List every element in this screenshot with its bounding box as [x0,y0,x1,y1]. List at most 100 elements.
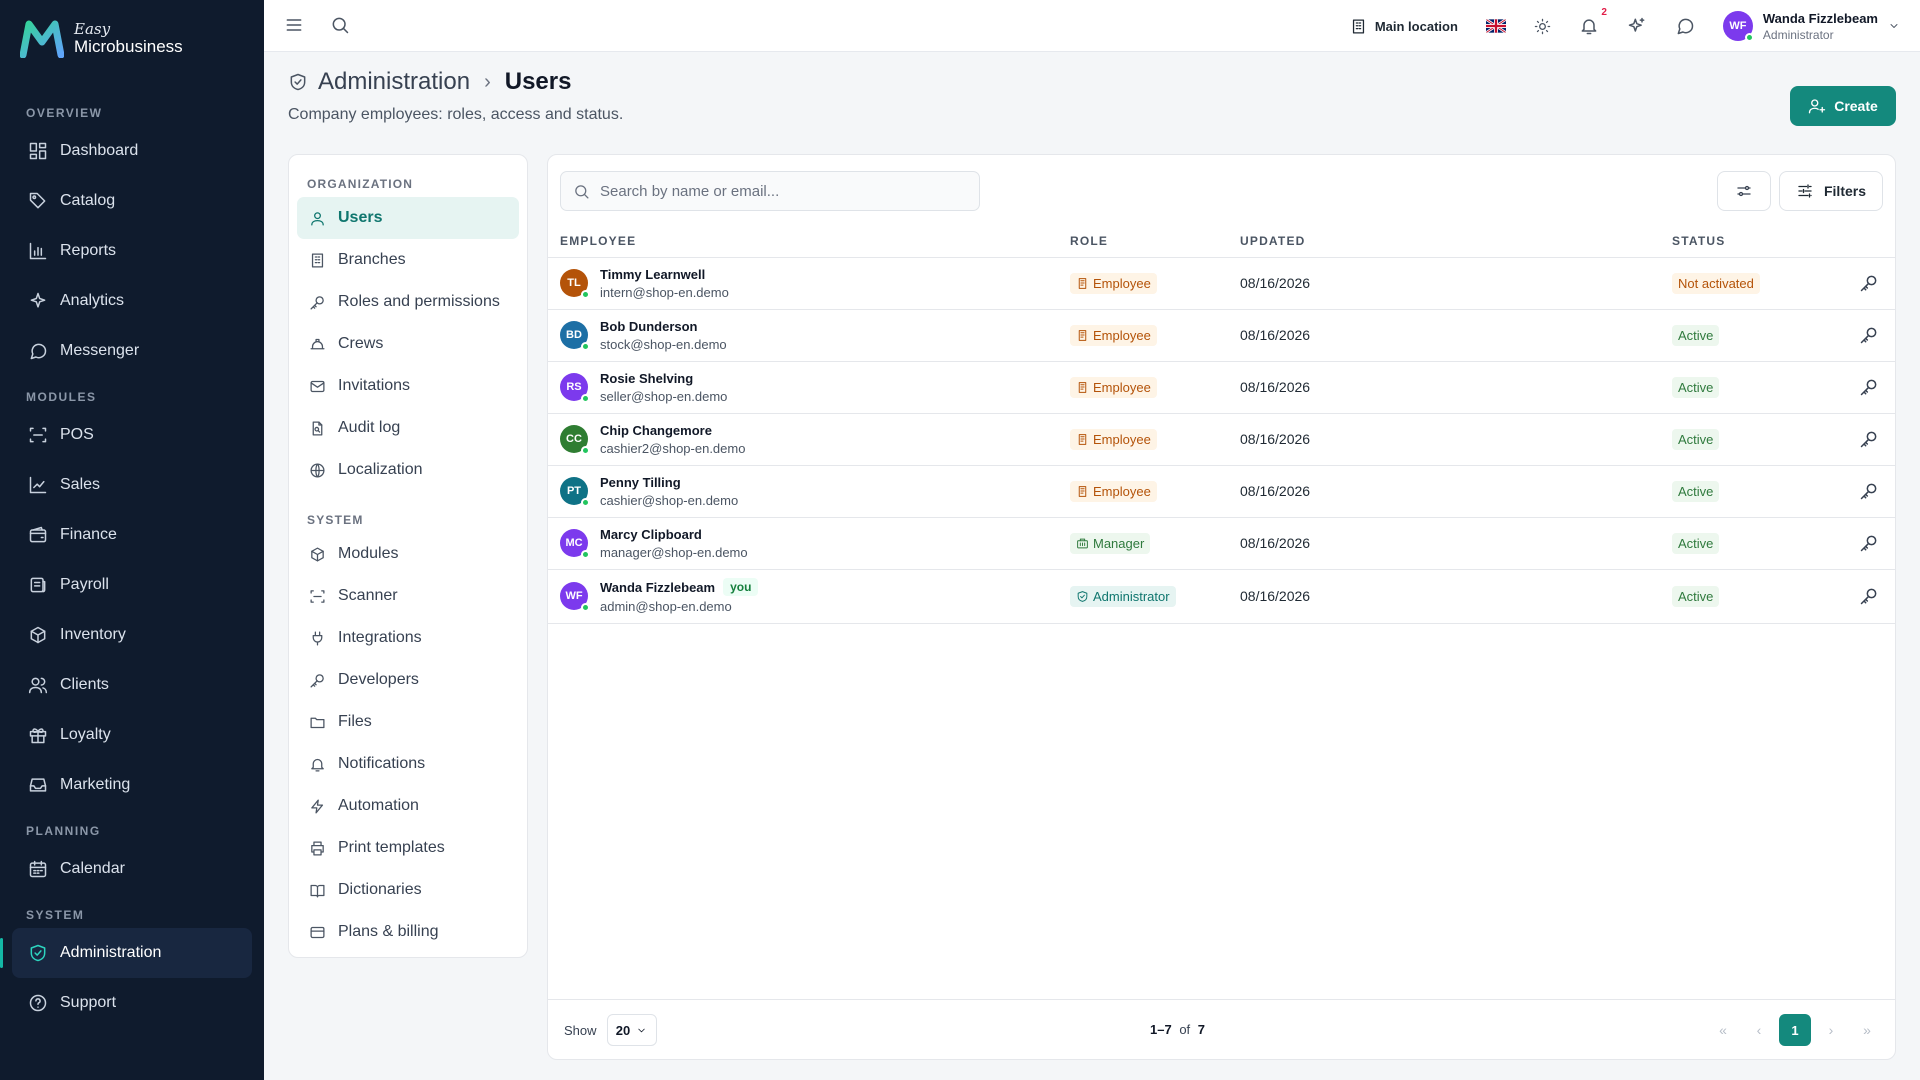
column-settings-button[interactable] [1717,171,1771,211]
employee-name[interactable]: Chip Changemore [600,423,712,438]
nav-item-inventory[interactable]: Inventory [0,610,264,660]
employee-email: admin@shop-en.demo [600,599,732,614]
nav-item-payroll[interactable]: Payroll [0,560,264,610]
page-size-select[interactable]: 20 [606,1014,657,1046]
table-row[interactable]: RS Rosie Shelving seller@shop-en.demo Emplo… [548,361,1895,414]
subnav-item-users[interactable]: Users [297,197,519,239]
nav-item-pos[interactable]: POS [0,410,264,460]
subnav-item-roles[interactable]: Roles and permissions [297,281,519,323]
table-row[interactable]: WF Wanda Fizzlebeam you admin@shop-en.demo A… [548,569,1895,624]
key-icon[interactable] [1859,325,1879,345]
key-icon[interactable] [1859,429,1879,449]
subnav-item-modules[interactable]: Modules [297,533,519,575]
breadcrumb-parent[interactable]: Administration [318,68,470,96]
subnav-item-automation[interactable]: Automation [297,785,519,827]
nav-item-sales[interactable]: Sales [0,460,264,510]
subnav-label: Plans & billing [338,923,439,940]
employee-name[interactable]: Wanda Fizzlebeam [600,580,715,595]
topbar: Main location 2 WF Wanda Fizzlebeam Admi… [264,0,1920,52]
page-button-current[interactable]: 1 [1779,1014,1811,1046]
subnav-item-integrations[interactable]: Integrations [297,617,519,659]
subnav-item-notifications[interactable]: Notifications [297,743,519,785]
nav-item-calendar[interactable]: Calendar [0,844,264,894]
column-header-role[interactable]: ROLE [1058,225,1228,258]
subnav-item-dictionaries[interactable]: Dictionaries [297,869,519,911]
key-icon[interactable] [1859,377,1879,397]
employee-name[interactable]: Bob Dunderson [600,319,698,334]
user-menu[interactable]: WF Wanda Fizzlebeam Administrator [1722,11,1900,42]
cell-employee: CC Chip Changemore cashier2@shop-en.demo [548,413,1058,466]
subnav-item-crews[interactable]: Crews [297,323,519,365]
key-icon[interactable] [1859,481,1879,501]
key-icon [310,295,324,310]
filters-button[interactable]: Filters [1779,171,1883,211]
table-row[interactable]: CC Chip Changemore cashier2@shop-en.demo Em… [548,413,1895,466]
subnav-item-branches[interactable]: Branches [297,239,519,281]
nav-item-marketing[interactable]: Marketing [0,760,264,810]
brand-line1: Easy [74,20,111,39]
table-row[interactable]: MC Marcy Clipboard manager@shop-en.demo Man… [548,517,1895,570]
nav-item-support[interactable]: Support [0,978,264,1028]
chevron-down-icon [638,1028,645,1032]
column-header-updated[interactable]: UPDATED [1228,225,1660,258]
employee-name[interactable]: Marcy Clipboard [600,527,702,542]
nav-item-dashboard[interactable]: Dashboard [0,126,264,176]
main-nav: OVERVIEW Dashboard Catalog Reports Analy… [0,92,264,1028]
subnav-item-audit-log[interactable]: Audit log [297,407,519,449]
calendar-icon [29,860,47,878]
search-input[interactable] [600,182,960,200]
cell-role: Administrator [1058,569,1228,624]
nav-label: Support [60,994,117,1011]
notifications-button[interactable]: 2 [1579,7,1607,36]
last-page-button[interactable]: » [1851,1014,1883,1046]
subnav-section-organization: ORGANIZATION [307,177,414,191]
subnav-item-localization[interactable]: Localization [297,449,519,491]
nav-item-clients[interactable]: Clients [0,660,264,710]
key-icon[interactable] [1859,586,1879,606]
brand-logo[interactable]: Easy Microbusiness [20,20,183,58]
bell-icon [311,758,324,772]
subnav-item-plans-billing[interactable]: Plans & billing [297,911,519,953]
breadcrumb-separator: › [484,70,491,93]
subnav-item-invitations[interactable]: Invitations [297,365,519,407]
search-icon[interactable] [330,15,350,35]
theme-sun-icon[interactable] [1534,18,1551,35]
uk-flag-icon[interactable] [1485,19,1506,33]
subnav-item-print-templates[interactable]: Print templates [297,827,519,869]
menu-icon[interactable] [284,15,304,35]
search-box[interactable] [560,171,980,211]
credit-card-icon [310,926,325,938]
create-button[interactable]: Create [1790,86,1896,126]
chat-icon[interactable] [1675,16,1695,36]
column-header-status[interactable]: STATUS [1660,225,1832,258]
employee-name[interactable]: Penny Tilling [600,475,681,490]
cell-actions [1832,257,1895,310]
employee-name[interactable]: Rosie Shelving [600,371,693,386]
ai-sparkle-icon[interactable] [1627,16,1647,36]
nav-section-overview: OVERVIEW [26,106,103,120]
table-row[interactable]: PT Penny Tilling cashier@shop-en.demo Emplo… [548,465,1895,518]
employee-name[interactable]: Timmy Learnwell [600,267,705,282]
breadcrumb: Administration › Users [288,68,623,96]
nav-item-finance[interactable]: Finance [0,510,264,560]
table-row[interactable]: BD Bob Dunderson stock@shop-en.demo Employe… [548,309,1895,362]
key-icon[interactable] [1859,273,1879,293]
key-icon[interactable] [1859,533,1879,553]
nav-item-catalog[interactable]: Catalog [0,176,264,226]
nav-item-reports[interactable]: Reports [0,226,264,276]
first-page-button[interactable]: « [1707,1014,1739,1046]
prev-page-button[interactable]: ‹ [1743,1014,1775,1046]
subnav-item-developers[interactable]: Developers [297,659,519,701]
nav-item-loyalty[interactable]: Loyalty [0,710,264,760]
nav-item-administration[interactable]: Administration [0,928,252,978]
subnav-item-files[interactable]: Files [297,701,519,743]
column-header-employee[interactable]: EMPLOYEE [548,225,1058,258]
nav-item-analytics[interactable]: Analytics [0,276,264,326]
subnav-item-scanner[interactable]: Scanner [297,575,519,617]
nav-item-messenger[interactable]: Messenger [0,326,264,376]
cell-updated: 08/16/2026 [1228,309,1660,362]
page-header: Administration › Users Company employees… [288,68,623,124]
location-switcher[interactable]: Main location [1350,18,1458,35]
next-page-button[interactable]: › [1815,1014,1847,1046]
table-row[interactable]: TL Timmy Learnwell intern@shop-en.demo Empl… [548,257,1895,310]
